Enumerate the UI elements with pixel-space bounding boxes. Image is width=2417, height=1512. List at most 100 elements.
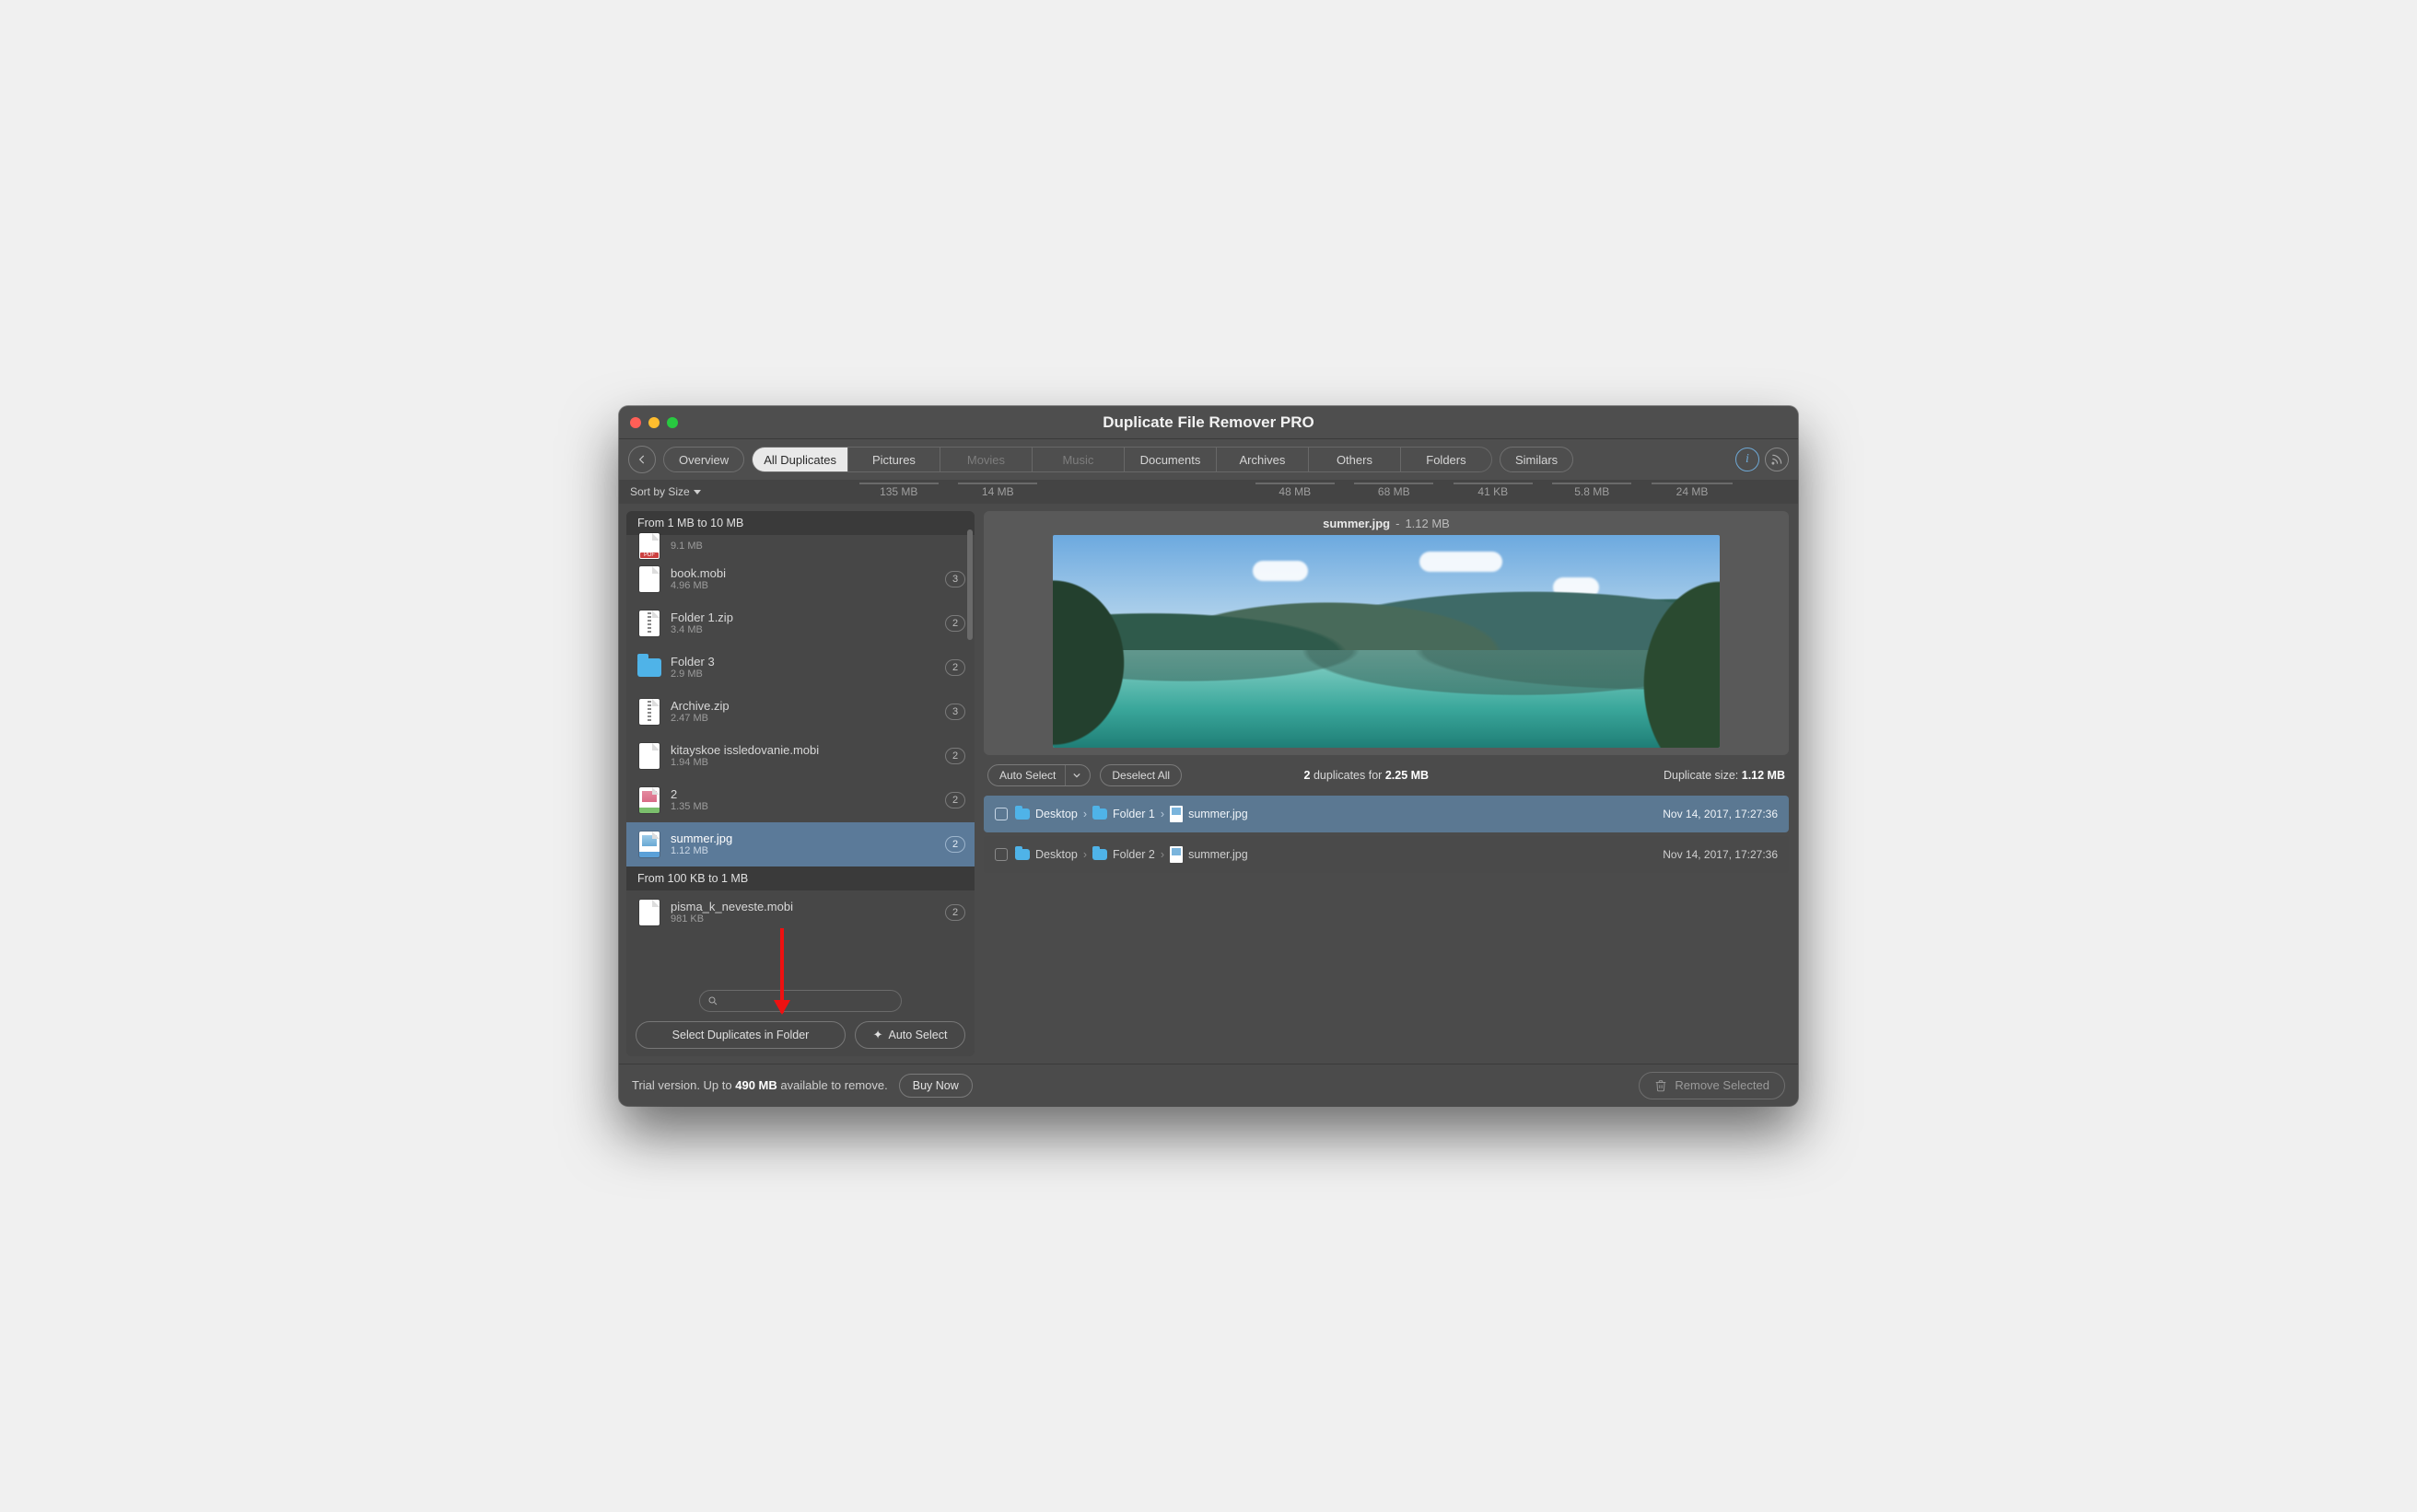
tab-all duplicates[interactable]: All Duplicates (752, 447, 847, 472)
remove-selected-button[interactable]: Remove Selected (1639, 1072, 1785, 1099)
chevron-right-icon: › (1083, 808, 1087, 820)
deselect-all-button[interactable]: Deselect All (1100, 764, 1182, 786)
preview-title: summer.jpg - 1.12 MB (984, 511, 1789, 535)
file-icon (637, 831, 661, 858)
tab-size: 14 MB (949, 480, 1048, 504)
file-size: 2.47 MB (671, 713, 730, 724)
list-item[interactable]: pisma_k_neveste.mobi 981 KB 2 (626, 890, 975, 935)
count-badge: 3 (945, 571, 965, 587)
timestamp: Nov 14, 2017, 17:27:36 (1663, 848, 1778, 861)
bottom-bar: Trial version. Up to 490 MB available to… (619, 1064, 1798, 1106)
list-item[interactable]: summer.jpg 1.12 MB 2 (626, 822, 975, 866)
main-area: From 1 MB to 10 MB 9.1 MB book.mobi 4.96… (619, 504, 1798, 1064)
file-size: 1.94 MB (671, 757, 819, 768)
count-badge: 2 (945, 748, 965, 764)
select-duplicates-in-folder-button[interactable]: Select Duplicates in Folder (636, 1021, 846, 1049)
file-size: 2.9 MB (671, 669, 715, 680)
window-title: Duplicate File Remover PRO (619, 413, 1798, 432)
duplicate-size: Duplicate size: 1.12 MB (1664, 769, 1785, 782)
chevron-right-icon: › (1083, 848, 1087, 861)
trial-text: Trial version. Up to 490 MB available to… (632, 1078, 888, 1092)
list-item[interactable]: Folder 3 2.9 MB 2 (626, 646, 975, 690)
tab-music[interactable]: Music (1032, 447, 1124, 472)
file-name: Archive.zip (671, 700, 730, 713)
file-icon (637, 698, 661, 726)
window-minimize-button[interactable] (648, 417, 660, 428)
tab-others[interactable]: Others (1308, 447, 1400, 472)
list-footer: Select Duplicates in Folder ✦ Auto Selec… (626, 983, 975, 1056)
list-item[interactable]: 2 1.35 MB 2 (626, 778, 975, 822)
file-size: 981 KB (671, 913, 793, 925)
count-badge: 3 (945, 704, 965, 720)
file-icon (637, 899, 661, 926)
toolbar: Overview All DuplicatesPicturesMoviesMus… (619, 439, 1798, 480)
buy-now-button[interactable]: Buy Now (899, 1074, 973, 1098)
trash-icon (1654, 1079, 1667, 1092)
tab-size: 24 MB (1641, 480, 1743, 504)
chevron-down-icon[interactable] (1065, 765, 1086, 785)
tab-size: 68 MB (1345, 480, 1444, 504)
list-item[interactable]: Archive.zip 2.47 MB 3 (626, 690, 975, 734)
category-tabs: All DuplicatesPicturesMoviesMusicDocumen… (752, 447, 1492, 472)
file-name: Folder 1.zip (671, 611, 733, 624)
tab-folders[interactable]: Folders (1400, 447, 1492, 472)
list-item[interactable]: 9.1 MB (626, 535, 975, 557)
crumb-segment: summer.jpg (1188, 808, 1248, 820)
window-zoom-button[interactable] (667, 417, 678, 428)
tab-overview[interactable]: Overview (663, 447, 744, 472)
tab-movies[interactable]: Movies (940, 447, 1032, 472)
file-icon (637, 654, 661, 681)
tab-similars[interactable]: Similars (1500, 447, 1573, 472)
list-item[interactable]: kitayskoe issledovanie.mobi 1.94 MB 2 (626, 734, 975, 778)
info-icon[interactable]: i (1735, 448, 1759, 471)
count-badge: 2 (945, 836, 965, 853)
crumb-segment: Desktop (1035, 848, 1078, 861)
sort-by-dropdown[interactable]: Sort by Size (619, 480, 803, 504)
preview-panel: summer.jpg - 1.12 MB Auto Select (984, 511, 1789, 1056)
search-field[interactable] (699, 990, 902, 1012)
folder-icon (1015, 808, 1030, 820)
duplicate-row[interactable]: Desktop›Folder 2›summer.jpg Nov 14, 2017… (984, 836, 1789, 873)
file-list-panel: From 1 MB to 10 MB 9.1 MB book.mobi 4.96… (626, 511, 975, 1056)
folder-icon (1092, 849, 1107, 860)
tab-pictures[interactable]: Pictures (847, 447, 940, 472)
crumb-segment: Folder 2 (1113, 848, 1155, 861)
chevron-down-icon (694, 490, 701, 494)
preview-filename: summer.jpg (1323, 517, 1390, 530)
file-icon (637, 532, 661, 560)
window-close-button[interactable] (630, 417, 641, 428)
breadcrumb: Desktop›Folder 2›summer.jpg (1015, 846, 1248, 863)
app-window: Duplicate File Remover PRO Overview All … (619, 406, 1798, 1106)
duplicate-list: Desktop › Folder 1 › summer.jpg Nov 14, 2017… (984, 796, 1789, 873)
preview-box: summer.jpg - 1.12 MB (984, 511, 1789, 755)
crumb-segment: Desktop (1035, 808, 1078, 820)
list-item[interactable]: Folder 1.zip 3.4 MB 2 (626, 601, 975, 646)
folder-icon (1015, 849, 1030, 860)
checkbox[interactable] (995, 808, 1008, 820)
checkbox[interactable] (995, 848, 1008, 861)
file-icon (637, 565, 661, 593)
search-icon (707, 995, 718, 1006)
file-name: kitayskoe issledovanie.mobi (671, 744, 819, 757)
tab-documents[interactable]: Documents (1124, 447, 1216, 472)
file-icon (637, 786, 661, 814)
file-list: From 1 MB to 10 MB 9.1 MB book.mobi 4.96… (626, 511, 975, 983)
sort-row: Sort by Size 135 MB14 MB48 MB68 MB41 KB5… (619, 480, 1798, 504)
file-size: 1.12 MB (671, 845, 732, 856)
feed-icon[interactable] (1765, 448, 1789, 471)
preview-filesize: 1.12 MB (1405, 517, 1449, 530)
auto-select-dropdown[interactable]: Auto Select (987, 764, 1091, 786)
file-name: Folder 3 (671, 656, 715, 669)
duplicate-count: 2 duplicates for 2.25 MB (1304, 769, 1430, 782)
tab-archives[interactable]: Archives (1216, 447, 1308, 472)
list-item[interactable]: book.mobi 4.96 MB 3 (626, 557, 975, 601)
crumb-segment: Folder 1 (1113, 808, 1155, 820)
duplicate-row[interactable]: Desktop›Folder 1›summer.jpg Nov 14, 2017… (984, 796, 1789, 832)
back-button[interactable] (628, 446, 656, 473)
timestamp: Nov 14, 2017, 17:27:36 (1663, 808, 1778, 820)
search-input[interactable] (724, 994, 893, 1007)
file-size: 3.4 MB (671, 624, 733, 635)
auto-select-button[interactable]: ✦ Auto Select (855, 1021, 965, 1049)
tab-size: 5.8 MB (1543, 480, 1642, 504)
chevron-right-icon: › (1161, 848, 1164, 861)
